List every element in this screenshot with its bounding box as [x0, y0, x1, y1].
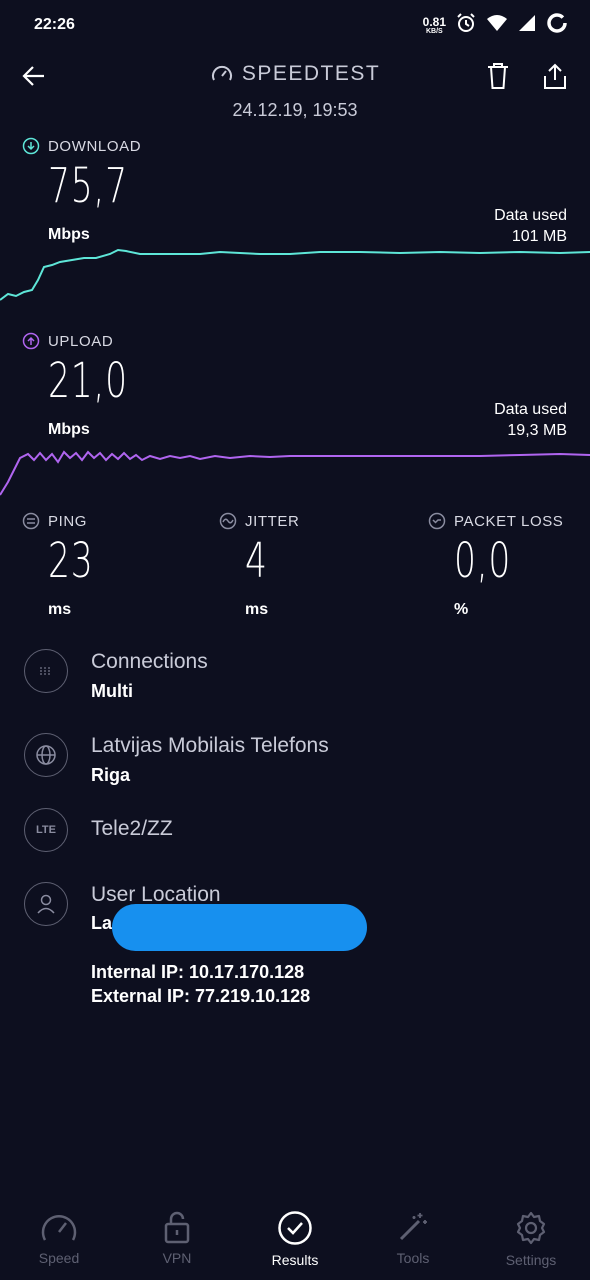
user-location-value: La: [91, 913, 113, 933]
provider-title: Latvijas Mobilais Telefons: [91, 734, 329, 757]
ping-value: 23: [48, 533, 94, 589]
globe-icon: [36, 745, 56, 765]
upload-label: UPLOAD: [22, 332, 113, 350]
bottom-nav: Speed VPN Results Tools Settings: [0, 1200, 590, 1280]
download-value: 75,7: [48, 158, 128, 214]
share-icon: [544, 63, 566, 89]
jitter-icon: [219, 512, 237, 530]
external-ip: External IP: 77.219.10.128: [91, 986, 311, 1006]
provider-icon-circle: [24, 733, 68, 777]
share-button[interactable]: [542, 62, 568, 95]
battery-ring-icon: [546, 12, 568, 39]
packet-loss-unit: %: [454, 601, 469, 618]
nav-label-settings: Settings: [505, 1252, 557, 1268]
nav-label-tools: Tools: [396, 1250, 430, 1266]
upload-arrow-icon: [22, 332, 40, 350]
status-icons: 0.81 KB/S: [423, 12, 568, 39]
alarm-icon: [456, 13, 476, 38]
jitter-label: JITTER: [219, 512, 299, 530]
jitter-value: 4: [245, 533, 268, 589]
nav-label-speed: Speed: [38, 1250, 80, 1266]
net-speed-unit: KB/S: [425, 28, 443, 35]
delete-button[interactable]: [486, 62, 510, 95]
trash-icon: [488, 63, 508, 89]
nav-item-tools[interactable]: Tools: [354, 1200, 472, 1280]
nav-item-settings[interactable]: Settings: [472, 1200, 590, 1280]
net-speed-indicator: 0.81 KB/S: [423, 16, 446, 35]
download-label-text: DOWNLOAD: [48, 137, 142, 155]
packet-loss-label-text: PACKET LOSS: [454, 512, 564, 530]
download-graph: [0, 248, 590, 301]
connections-value: Multi: [91, 681, 133, 701]
upload-data-used: Data used 19,3 MB: [494, 399, 567, 441]
packet-loss-label: PACKET LOSS: [428, 512, 563, 530]
lte-badge-icon: LTE: [36, 824, 56, 836]
upload-data-used-value: 19,3 MB: [507, 422, 567, 439]
provider-location: Riga: [91, 765, 131, 785]
wifi-icon: [486, 14, 508, 37]
connections-title: Connections: [91, 650, 208, 673]
speedometer-icon: [41, 1215, 77, 1241]
user-location-icon-circle: [24, 882, 68, 926]
packet-loss-value: 0,0: [454, 533, 512, 589]
connections-icon: [40, 667, 52, 675]
jitter-label-text: JITTER: [245, 512, 300, 530]
ping-label-text: PING: [48, 512, 88, 530]
ping-icon: [22, 512, 40, 530]
nav-label-vpn: VPN: [162, 1250, 192, 1266]
magic-wand-icon: [399, 1213, 427, 1241]
net-speed-value: 0.81: [422, 15, 446, 29]
download-arrow-icon: [22, 137, 40, 155]
upload-data-used-label: Data used: [494, 401, 567, 418]
upload-label-text: UPLOAD: [48, 332, 114, 350]
upload-graph: [0, 450, 590, 496]
signal-icon: [518, 14, 536, 37]
user-icon: [37, 894, 55, 914]
gear-icon: [516, 1211, 546, 1245]
nav-label-results: Results: [271, 1252, 319, 1268]
check-circle-icon: [278, 1211, 312, 1245]
network-title: Tele2/ZZ: [91, 817, 173, 840]
status-time: 22:26: [34, 16, 75, 33]
test-datetime: 24.12.19, 19:53: [232, 100, 358, 120]
lock-icon: [164, 1211, 190, 1244]
download-data-used-label: Data used: [494, 207, 567, 224]
nav-item-results[interactable]: Results: [236, 1200, 354, 1280]
speedometer-icon: [211, 65, 232, 81]
upload-value: 21,0: [48, 353, 128, 409]
page-title-text: SPEEDTEST: [241, 62, 381, 85]
nav-item-speed[interactable]: Speed: [0, 1200, 118, 1280]
internal-ip: Internal IP: 10.17.170.128: [91, 962, 305, 982]
upload-unit: Mbps: [48, 421, 90, 438]
download-label: DOWNLOAD: [22, 137, 141, 155]
redaction-mark: [112, 904, 367, 951]
connections-icon-circle: [24, 649, 68, 693]
ping-unit: ms: [48, 601, 72, 618]
nav-item-vpn[interactable]: VPN: [118, 1200, 236, 1280]
packet-loss-icon: [428, 512, 446, 530]
network-icon-circle: LTE: [24, 808, 68, 852]
ping-label: PING: [22, 512, 87, 530]
jitter-unit: ms: [245, 601, 269, 618]
